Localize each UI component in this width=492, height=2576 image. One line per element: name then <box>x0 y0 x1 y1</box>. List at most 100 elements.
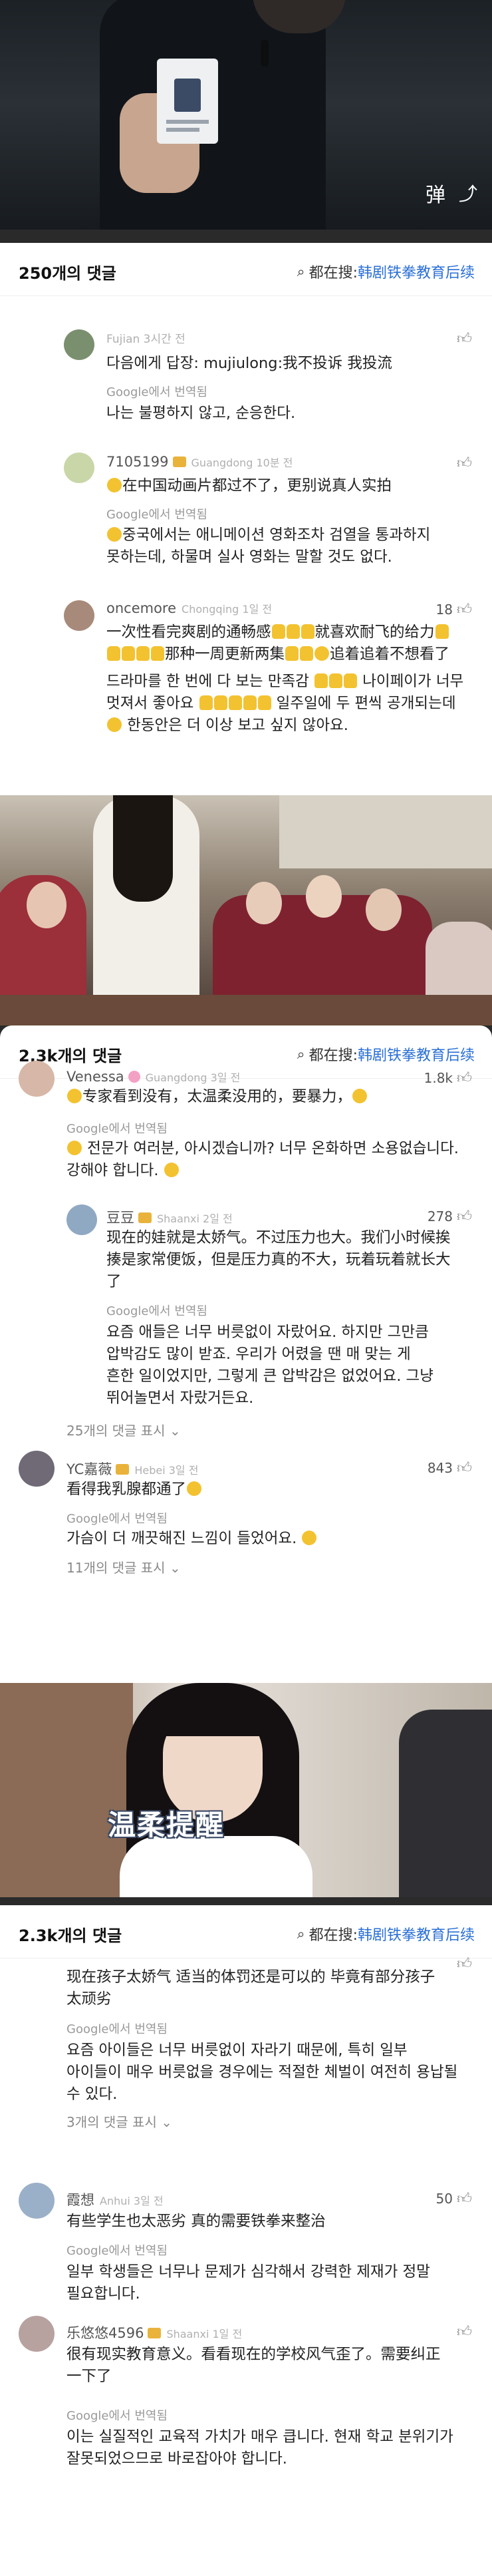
search-suggestion[interactable]: ⌕ 都在搜: 韩剧铁拳教育后续 <box>297 261 475 282</box>
sheet-backdrop <box>0 230 492 243</box>
like-button[interactable]: 👍︎ <box>453 329 472 347</box>
translated-text: 흔한 일이었지만, 그렇게 큰 압박감은 없었어요. 그냥 <box>106 1368 433 1385</box>
translated-text: 멋져서 좋아요 일주일에 두 편씩 공개되는데 <box>106 695 456 712</box>
chevron-down-icon: ⌄ <box>169 1560 181 1576</box>
like-button[interactable]: 278 👍︎ <box>427 1207 472 1226</box>
thumb-up-icon: 👍︎ <box>457 1460 472 1477</box>
username[interactable]: 霞想 Anhui 3일 전 <box>66 2189 164 2209</box>
username[interactable]: YC嘉薇 Hebei 3일 전 <box>66 1459 198 1479</box>
comment-text: 那种一周更新两集 追着追着不想看了 <box>106 644 449 665</box>
translated-text: 전문가 여러분, 아시겠습니까? 너무 온화하면 소용없습니다. <box>66 1138 459 1160</box>
like-button[interactable]: 50 👍︎ <box>435 2189 472 2208</box>
comment-text: 看得我乳腺都通了 <box>66 1479 202 1501</box>
search-prefix: 都在搜: <box>308 1047 358 1064</box>
avatar[interactable] <box>64 600 94 631</box>
translated-text: 잘못되었으므로 바로잡아야 합니다. <box>66 2450 287 2468</box>
search-query[interactable]: 韩剧铁拳教育后续 <box>358 261 475 282</box>
comment-text: 专家看到没有，太温柔没用的，要暴力， <box>66 1086 368 1108</box>
avatar[interactable] <box>19 1061 55 1097</box>
show-replies-link[interactable]: 25개의 댓글 표시 ⌄ <box>66 1420 181 1439</box>
translated-text: 가슴이 더 깨끗해진 느낌이 들었어요. <box>66 1528 317 1550</box>
translated-text: 나는 불평하지 않고, 순응한다. <box>106 405 296 422</box>
id-card <box>157 59 218 144</box>
comment-text: 太顽劣 <box>66 1990 112 2008</box>
thumb-up-icon: 👍︎ <box>457 2191 472 2207</box>
translation-label: Google에서 번역됨 <box>106 1304 207 1318</box>
comment-text: 一次性看完爽剧的通畅感 就喜欢耐飞的给力 <box>106 622 449 644</box>
username[interactable]: 乐悠悠4596 Shaanxi 1일 전 <box>66 2322 242 2342</box>
like-button[interactable]: 👍︎ <box>453 1954 472 1972</box>
avatar[interactable] <box>19 1451 55 1487</box>
like-button[interactable]: 18 👍︎ <box>435 600 472 619</box>
comment-text: 一下了 <box>66 2368 112 2385</box>
translated-text: 뛰어놀면서 자랐거든요. <box>106 1389 254 1407</box>
translated-text: 압박감도 많이 받죠. 우리가 어렸을 땐 매 맞는 게 <box>106 1346 411 1363</box>
avatar[interactable] <box>19 2183 55 2219</box>
thumb-up-icon: 👍︎ <box>457 455 472 472</box>
student-face <box>246 882 282 924</box>
like-button[interactable]: 1.8k 👍︎ <box>424 1069 472 1087</box>
search-prefix: 都在搜: <box>308 265 358 281</box>
translated-text: 필요합니다. <box>66 2285 140 2302</box>
video-player-classroom[interactable] <box>0 795 492 1025</box>
show-replies-link[interactable]: 11개의 댓글 표시 ⌄ <box>66 1557 181 1576</box>
pen <box>261 40 269 67</box>
translated-text: 드라마를 한 번에 다 보는 만족감 나이페이가 너무 <box>106 673 464 690</box>
danmu-icon[interactable]: 弹 <box>426 178 445 208</box>
comment-text: 现在的娃就是太娇气。不过压力也大。我们小时候挨 <box>106 1229 451 1246</box>
comment-count: 250개의 댓글 <box>19 264 116 283</box>
thumb-up-icon: 👍︎ <box>457 1070 472 1087</box>
translation-label: Google에서 번역됨 <box>66 1122 168 1136</box>
avatar[interactable] <box>19 2316 55 2352</box>
avatar[interactable] <box>66 1204 97 1235</box>
comment-text: 在中国动画片都过不了，更别说真人实拍 <box>106 475 392 497</box>
translated-text: 이는 실질적인 교육적 가치가 매우 큽니다. 현재 학교 분위기가 <box>66 2428 453 2446</box>
username[interactable]: 7105199 Guangdong 10분 전 <box>106 454 293 470</box>
like-button[interactable]: 843 👍︎ <box>428 1459 472 1477</box>
thumb-up-icon: 👍︎ <box>457 1956 472 1972</box>
translation-label: Google에서 번역됨 <box>66 2409 168 2423</box>
emoji-icon <box>107 478 122 492</box>
translation-label: Google에서 번역됨 <box>106 385 207 399</box>
chevron-down-icon: ⌄ <box>161 2114 172 2130</box>
sheet-backdrop <box>0 1897 492 1905</box>
search-query[interactable]: 韩剧铁拳教育后续 <box>358 1043 475 1065</box>
show-replies-link[interactable]: 3개의 댓글 표시 ⌄ <box>66 2112 172 2131</box>
translated-text: 요즘 애들은 너무 버릇없이 자랐어요. 하지만 그만큼 <box>106 1324 429 1341</box>
vip-badge-icon <box>116 1464 130 1475</box>
like-count: 18 <box>435 601 453 618</box>
share-icon[interactable]: ⤴ <box>459 180 477 206</box>
username[interactable]: 豆豆 Shaanxi 2일 전 <box>106 1207 233 1227</box>
like-count: 278 <box>427 1208 453 1224</box>
like-button[interactable]: 👍︎ <box>453 2322 472 2340</box>
translation-label: Google에서 번역됨 <box>106 508 207 522</box>
like-button[interactable]: 👍︎ <box>453 454 472 472</box>
video-player-top[interactable]: 弹 ⤴ <box>0 0 492 230</box>
emoji-icon <box>67 1089 82 1103</box>
comment-text: 了 <box>106 1273 122 1290</box>
like-count: 50 <box>435 2190 453 2207</box>
avatar[interactable] <box>64 329 94 360</box>
badge-icon <box>128 1071 140 1083</box>
video-player-bottom[interactable]: 温柔提醒 <box>0 1683 492 1897</box>
search-query[interactable]: 韩剧铁拳教育后续 <box>358 1923 475 1944</box>
window <box>279 795 492 868</box>
comment-text: 很有现实教育意义。看看现在的学校风气歪了。需要纠正 <box>66 2346 441 2363</box>
person-right <box>399 1710 492 1897</box>
username[interactable]: Venessa Guangdong 3일 전 <box>66 1069 240 1085</box>
search-suggestion[interactable]: ⌕ 都在搜: 韩剧铁拳教育后续 <box>297 1923 475 1944</box>
avatar[interactable] <box>64 453 94 483</box>
level-badge-icon <box>138 1212 152 1223</box>
search-suggestion[interactable]: ⌕ 都在搜: 韩剧铁拳教育后续 <box>297 1043 475 1065</box>
comment-text: 다음에게 답장: mujiulong:我不投诉 我投流 <box>106 355 392 372</box>
comment-meta: Fujian 3시간 전 <box>106 333 185 346</box>
search-icon: ⌕ <box>297 263 305 279</box>
translated-text: 요즘 아이들은 너무 버릇없이 자라기 때문에, 특히 일부 <box>66 2042 408 2059</box>
thumb-up-icon: 👍︎ <box>457 1208 472 1225</box>
username[interactable]: oncemore Chongqing 1일 전 <box>106 600 272 616</box>
comment-text: 现在孩子太娇气 适当的体罚还是可以的 毕竟有部分孩子 <box>66 1968 435 1986</box>
comments-header: 2.3k개의 댓글 ⌕ 都在搜: 韩剧铁拳教育后续 <box>0 1905 492 1958</box>
thumb-up-icon: 👍︎ <box>457 331 472 347</box>
shirt <box>120 1836 312 1897</box>
emoji-icon <box>67 1141 82 1155</box>
